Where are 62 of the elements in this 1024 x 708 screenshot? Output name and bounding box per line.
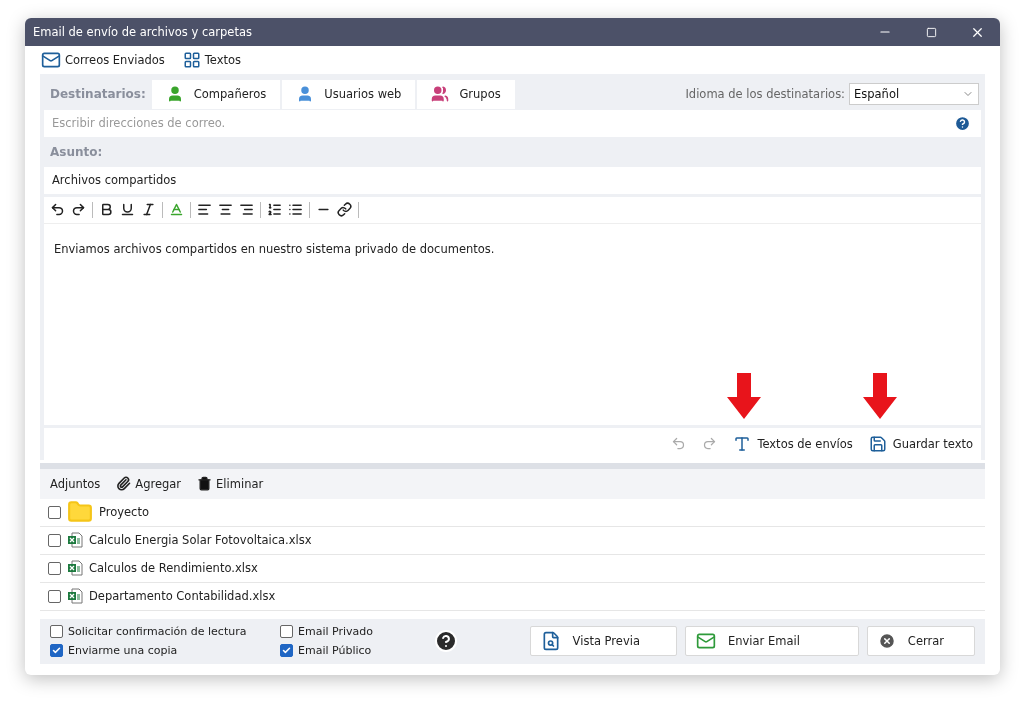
mail-icon [695,631,716,652]
language-label: Idioma de los destinatarios: [685,87,845,102]
language-select[interactable]: Español [849,83,979,106]
recipient-tab[interactable]: Compañeros [151,79,281,109]
align-right-icon[interactable] [239,202,254,218]
toolbar-button[interactable]: Textos [182,50,242,69]
redo-icon[interactable] [71,202,86,218]
check-icon [52,646,61,656]
attachment-row[interactable]: Proyecto [40,498,985,527]
maximize-icon [925,26,937,38]
file-name: Proyecto [99,505,149,520]
bullet-list-icon[interactable] [288,202,303,218]
texts-button[interactable]: Textos de envíos [733,434,853,453]
address-field[interactable]: Escribir direcciones de correo. [44,109,981,137]
subject-field[interactable]: Archivos compartidos [44,166,981,194]
option-checkbox[interactable]: Email Privado [280,622,410,642]
underline-icon[interactable] [120,202,135,218]
checkbox[interactable] [48,505,61,519]
link-icon[interactable] [337,202,352,218]
add-button[interactable]: Agregar [116,476,182,492]
option-checkbox[interactable]: Enviarme una copia [50,641,280,661]
align-center-icon[interactable] [218,202,233,218]
attachment-row[interactable]: Calculo Energia Solar Fotovoltaica.xlsx [40,526,985,555]
text-icon [733,434,752,453]
undo-icon[interactable] [50,202,65,218]
send-button[interactable]: Enviar Email [684,626,859,657]
spreadsheet-file-icon [67,532,83,549]
italic-icon[interactable] [141,202,156,218]
close-dialog-button[interactable]: Cerrar [866,626,975,657]
attachment-row[interactable]: Calculos de Rendimiento.xlsx [40,554,985,583]
delete-button[interactable]: Eliminar [197,476,264,492]
file-name: Departamento Contabilidad.xlsx [89,589,276,604]
attachments-label: Adjuntos [50,476,101,491]
save-icon [868,434,887,453]
recipients-label: Destinatarios: [49,87,147,102]
align-left-icon[interactable] [197,202,212,218]
numbered-list-icon[interactable] [267,202,282,218]
checkbox[interactable] [48,561,61,575]
recipient-tab[interactable]: Grupos [417,79,515,109]
attachment-row[interactable]: Departamento Contabilidad.xlsx [40,582,985,611]
toolbar-button[interactable]: Correos Enviados [41,49,165,70]
bold-icon[interactable] [99,202,114,218]
option-checkbox[interactable]: Solicitar confirmación de lectura [50,622,280,642]
option-checkbox[interactable]: Email Público [280,641,410,661]
text-color-icon[interactable] [169,202,184,218]
file-name: Calculos de Rendimiento.xlsx [89,561,258,576]
checkbox[interactable] [48,533,61,547]
trash-icon [197,476,213,492]
file-name: Calculo Energia Solar Fotovoltaica.xlsx [89,533,312,548]
subject-label: Asunto: [49,144,104,159]
window-title: Email de envío de archivos y carpetas [33,25,253,39]
spreadsheet-file-icon [67,588,83,605]
help-icon[interactable] [434,629,458,654]
close-icon [877,632,896,651]
save-text-button[interactable]: Guardar texto [868,434,973,453]
paperclip-icon [116,476,132,492]
preview-button[interactable]: Vista Previa [529,626,677,657]
checkbox[interactable] [48,589,61,603]
check-icon [282,646,291,656]
spreadsheet-file-icon [67,560,83,577]
grid-icon [182,50,201,69]
recipient-tab[interactable]: Usuarios web [282,79,416,109]
